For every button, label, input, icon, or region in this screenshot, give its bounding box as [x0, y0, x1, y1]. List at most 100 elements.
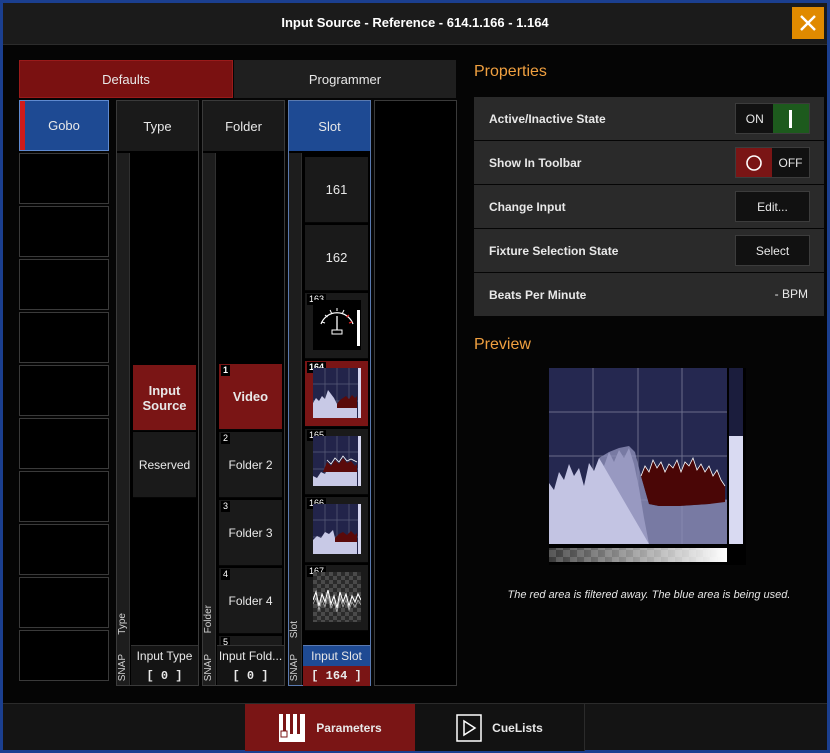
preview-graph	[549, 368, 746, 565]
type-header: Type	[117, 101, 198, 151]
spectrum-icon	[313, 504, 361, 554]
item-number: 1	[221, 365, 231, 376]
snap-button[interactable]: SNAP	[289, 654, 302, 681]
pool-item-empty[interactable]	[19, 206, 109, 257]
slot-item-166[interactable]: 166	[305, 497, 368, 563]
item-label: Video	[232, 389, 269, 404]
slot-item-163[interactable]: 163	[305, 293, 368, 359]
property-label: Change Input	[489, 199, 566, 214]
list-item-folder-2[interactable]: 2 Folder 2	[219, 432, 282, 498]
tab-defaults[interactable]: Defaults	[19, 60, 233, 98]
pool-item-empty[interactable]	[19, 630, 109, 681]
slot-footer[interactable]: Input Slot [ 164 ]	[303, 645, 370, 686]
property-row-fixture-selection: Fixture Selection State Select	[474, 229, 824, 272]
folder-side-label: Folder	[203, 605, 214, 634]
list-item-input-source[interactable]: Input Source	[133, 365, 196, 431]
snap-button[interactable]: SNAP	[203, 654, 216, 681]
footer-title: Input Fold...	[218, 649, 283, 663]
cuelists-label: CueLists	[492, 720, 543, 735]
pool-item-empty[interactable]	[19, 365, 109, 416]
item-number: 4	[221, 569, 231, 580]
folder-pane: Folder Folder SNAP 1 Video 2 Folder 2 3 Fol…	[202, 100, 285, 686]
type-footer[interactable]: Input Type [ 0 ]	[131, 645, 198, 685]
sliders-icon	[279, 713, 306, 742]
slot-side-label: Slot	[289, 621, 300, 639]
item-label: Folder 4	[228, 593, 273, 608]
property-label: Show In Toolbar	[489, 155, 582, 170]
slot-item-165[interactable]: 165	[305, 429, 368, 495]
item-label: Folder 3	[228, 525, 273, 540]
bpm-readout: - BPM	[774, 287, 808, 301]
property-row-bpm: Beats Per Minute - BPM	[474, 273, 824, 316]
item-label: Folder 2	[228, 457, 273, 472]
footer-value: [ 0 ]	[146, 669, 183, 683]
waveform-icon	[313, 572, 361, 622]
folder-footer[interactable]: Input Fold... [ 0 ]	[217, 645, 284, 685]
meter-icon	[313, 300, 361, 350]
slot-item-167[interactable]: 167	[305, 565, 368, 631]
off-circle-icon	[746, 154, 762, 171]
property-row-active-state: Active/Inactive State ON	[474, 97, 824, 140]
spectrum-icon	[313, 436, 361, 486]
preview-caption: The red area is filtered away. The blue …	[507, 589, 791, 601]
list-item-folder-4[interactable]: 4 Folder 4	[219, 568, 282, 634]
slot-pane: Slot Slot SNAP 161 162 163 164 165 166 1…	[288, 100, 371, 686]
properties-heading: Properties	[474, 63, 547, 80]
close-button[interactable]	[792, 7, 824, 39]
toggle-on-indicator	[773, 104, 809, 133]
properties-list: Active/Inactive State ON Show In Toolbar…	[474, 97, 824, 317]
pool-item-empty[interactable]	[19, 259, 109, 310]
property-row-show-in-toolbar: Show In Toolbar OFF	[474, 141, 824, 184]
slot-scrollbar[interactable]: Slot SNAP	[289, 153, 302, 685]
slot-item-161[interactable]: 161	[305, 157, 368, 223]
item-label: 161	[325, 182, 348, 197]
property-label: Beats Per Minute	[489, 287, 587, 302]
type-side-label: Type	[117, 613, 128, 635]
spectrum-icon	[313, 368, 361, 418]
pool-item-empty[interactable]	[19, 524, 109, 575]
toggle-label: ON	[745, 111, 764, 126]
preview-spectrum	[549, 368, 743, 562]
item-label: 162	[325, 250, 348, 265]
item-label: Input Source	[142, 382, 187, 413]
on-bar-icon	[789, 109, 793, 128]
slot-item-164[interactable]: 164	[305, 361, 368, 427]
play-icon	[456, 713, 482, 742]
pool-item-label: Gobo	[48, 118, 80, 133]
input-source-window: Input Source - Reference - 614.1.166 - 1…	[0, 0, 830, 753]
show-in-toolbar-toggle[interactable]: OFF	[735, 147, 810, 178]
list-item-video[interactable]: 1 Video	[219, 364, 282, 430]
type-scrollbar[interactable]: Type SNAP	[117, 153, 130, 685]
type-pane: Type Type SNAP Input Source Reserved Inp…	[116, 100, 199, 686]
preset-pool-list: Gobo	[19, 100, 111, 683]
footer-value: [ 164 ]	[303, 666, 370, 686]
footer-title: Input Type	[136, 649, 193, 663]
pool-item-gobo[interactable]: Gobo	[19, 100, 109, 151]
pool-item-empty[interactable]	[19, 418, 109, 469]
footer-value: [ 0 ]	[232, 669, 269, 683]
snap-button[interactable]: SNAP	[117, 654, 130, 681]
active-state-toggle[interactable]: ON	[735, 103, 810, 134]
folder-scrollbar[interactable]: Folder SNAP	[203, 153, 216, 685]
tab-programmer[interactable]: Programmer	[234, 60, 456, 98]
folder-header: Folder	[203, 101, 284, 151]
toggle-label: OFF	[778, 155, 803, 170]
toggle-off-indicator	[736, 148, 773, 177]
parameters-button[interactable]: Parameters	[245, 704, 415, 751]
list-item-reserved[interactable]: Reserved	[133, 432, 196, 498]
item-label: Reserved	[138, 457, 191, 472]
cuelists-button[interactable]: CueLists	[415, 704, 585, 751]
pool-item-empty[interactable]	[19, 577, 109, 628]
title-bar: Input Source - Reference - 614.1.166 - 1…	[3, 3, 827, 45]
edit-input-button[interactable]: Edit...	[735, 191, 810, 222]
pool-item-empty[interactable]	[19, 312, 109, 363]
window-title: Input Source - Reference - 614.1.166 - 1…	[281, 15, 549, 30]
empty-pane	[374, 100, 457, 686]
list-item-folder-3[interactable]: 3 Folder 3	[219, 500, 282, 566]
pool-item-empty[interactable]	[19, 471, 109, 522]
parameters-label: Parameters	[316, 720, 382, 735]
select-fixture-button[interactable]: Select	[735, 235, 810, 266]
item-number: 2	[221, 433, 231, 444]
slot-item-162[interactable]: 162	[305, 225, 368, 291]
pool-item-empty[interactable]	[19, 153, 109, 204]
